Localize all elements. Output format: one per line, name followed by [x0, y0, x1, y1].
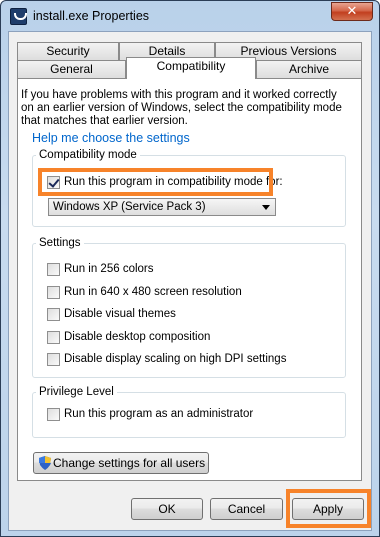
option-disable-themes-row[interactable]: Disable visual themes — [47, 306, 176, 322]
window-title: install.exe Properties — [33, 9, 150, 23]
highlight-apply-button — [286, 489, 371, 528]
option-256-colors-checkbox[interactable] — [47, 262, 60, 276]
option-disable-dpi-scaling-label: Disable display scaling on high DPI sett… — [64, 353, 287, 365]
change-settings-all-users-button[interactable]: Change settings for all users — [33, 452, 209, 474]
highlight-compat-checkbox — [38, 168, 273, 196]
close-button[interactable]: ✕ — [331, 2, 373, 21]
tab-compatibility[interactable]: Compatibility — [126, 57, 256, 79]
change-settings-all-users-label: Change settings for all users — [53, 456, 206, 470]
cancel-button[interactable]: Cancel — [210, 498, 283, 520]
run-as-admin-row[interactable]: Run this program as an administrator — [47, 406, 253, 422]
option-disable-dpi-scaling-row[interactable]: Disable display scaling on high DPI sett… — [47, 351, 286, 367]
option-disable-composition-label: Disable desktop composition — [64, 331, 211, 343]
tab-security[interactable]: Security — [17, 42, 119, 61]
tab-archive[interactable]: Archive — [256, 60, 362, 79]
compatibility-mode-label: Compatibility mode — [36, 149, 140, 161]
option-640x480-label: Run in 640 x 480 screen resolution — [64, 286, 242, 298]
run-as-admin-label: Run this program as an administrator — [64, 408, 254, 420]
option-disable-themes-checkbox[interactable] — [47, 307, 60, 321]
option-disable-dpi-scaling-checkbox[interactable] — [47, 352, 60, 366]
privilege-level-label: Privilege Level — [36, 386, 117, 398]
run-as-admin-checkbox[interactable] — [47, 407, 60, 421]
os-version-select[interactable]: Windows XP (Service Pack 3) — [48, 198, 276, 216]
option-640x480-row[interactable]: Run in 640 x 480 screen resolution — [47, 284, 242, 300]
option-256-colors-row[interactable]: Run in 256 colors — [47, 261, 154, 277]
option-disable-composition-checkbox[interactable] — [47, 330, 60, 344]
chevron-down-icon — [262, 205, 270, 210]
uac-shield-icon — [39, 456, 51, 470]
intro-text: If you have problems with this program a… — [21, 89, 342, 127]
app-icon — [10, 8, 27, 25]
settings-label: Settings — [36, 237, 84, 249]
option-disable-composition-row[interactable]: Disable desktop composition — [47, 329, 210, 345]
option-640x480-checkbox[interactable] — [47, 285, 60, 299]
title-bar[interactable]: install.exe Properties ✕ — [1, 1, 379, 31]
ok-button[interactable]: OK — [131, 498, 203, 520]
os-version-value: Windows XP (Service Pack 3) — [53, 201, 206, 213]
help-choose-settings-link[interactable]: Help me choose the settings — [32, 131, 190, 145]
option-disable-themes-label: Disable visual themes — [64, 308, 176, 320]
tab-general[interactable]: General — [17, 60, 126, 79]
option-256-colors-label: Run in 256 colors — [64, 263, 154, 275]
